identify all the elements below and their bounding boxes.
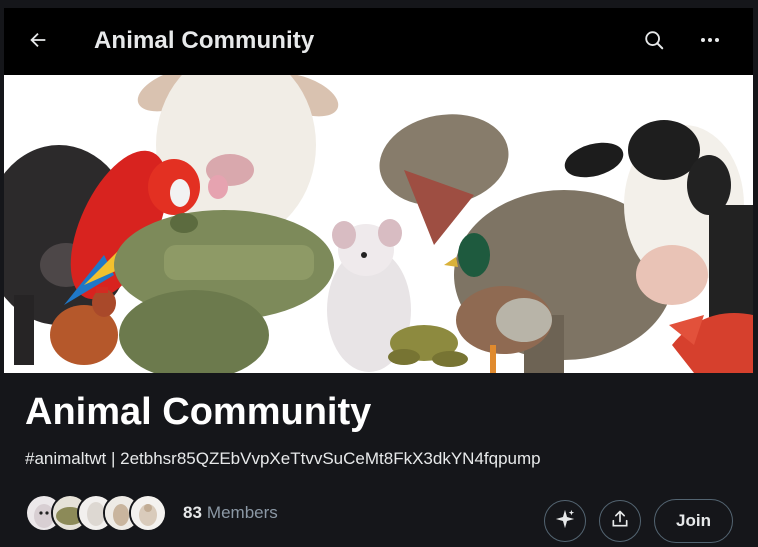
sparkle-icon bbox=[554, 508, 576, 535]
join-button[interactable]: Join bbox=[654, 499, 733, 543]
share-icon bbox=[610, 509, 630, 534]
search-button[interactable] bbox=[638, 26, 670, 58]
community-description: #animaltwt | 2etbhsr85QZEbVvpXeTtvvSuCeM… bbox=[25, 449, 541, 468]
member-avatars bbox=[25, 494, 167, 532]
community-info: Animal Community #animaltwt | 2etbhsr85Q… bbox=[4, 373, 753, 547]
arrow-left-icon bbox=[27, 29, 49, 56]
members-link[interactable]: 83 Members bbox=[25, 493, 278, 533]
community-page: Animal Community Animal Community #anima… bbox=[4, 8, 753, 547]
header-title: Animal Community bbox=[94, 27, 315, 54]
grok-button[interactable] bbox=[544, 500, 586, 542]
more-button[interactable] bbox=[694, 26, 726, 58]
search-icon bbox=[643, 29, 665, 56]
banner-image bbox=[4, 75, 753, 373]
share-button[interactable] bbox=[599, 500, 641, 542]
member-label: Members bbox=[206, 503, 278, 522]
community-banner[interactable] bbox=[4, 75, 753, 373]
member-count: 83 bbox=[183, 503, 202, 522]
avatar bbox=[129, 494, 167, 532]
more-horizontal-icon bbox=[698, 28, 722, 57]
community-name: Animal Community bbox=[25, 391, 372, 433]
top-bar: Animal Community bbox=[4, 8, 753, 75]
back-button[interactable] bbox=[22, 26, 54, 58]
